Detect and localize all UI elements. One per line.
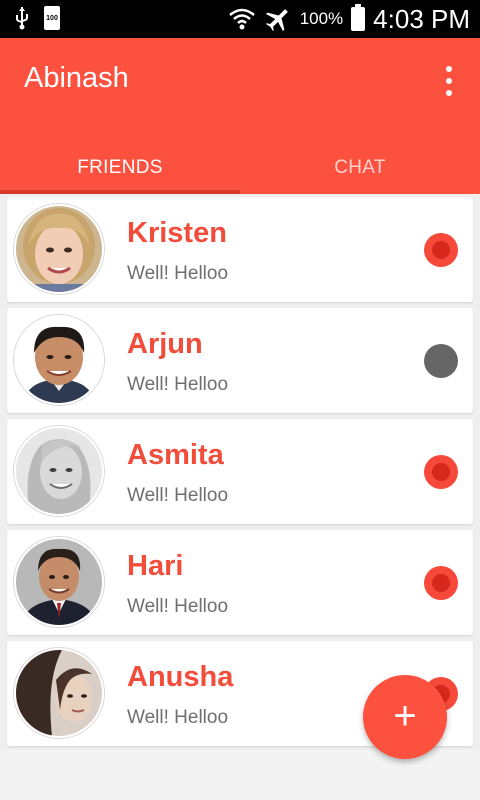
app-bar: Abinash FRIENDS CHAT	[0, 38, 480, 194]
avatar	[14, 648, 104, 738]
battery-icon	[351, 4, 366, 31]
avatar	[14, 426, 104, 516]
friend-name: Asmita	[127, 439, 224, 471]
friend-message: Well! Helloo	[127, 263, 229, 284]
battery-percent: 100%	[299, 9, 344, 28]
tab-chat[interactable]: CHAT	[240, 146, 480, 194]
friend-name: Anusha	[127, 661, 234, 693]
wifi-icon	[228, 8, 255, 30]
avatar	[14, 537, 104, 627]
friend-name: Arjun	[127, 328, 203, 360]
avatar	[14, 204, 104, 294]
online-status-icon	[424, 233, 458, 267]
friend-card-arjun[interactable]: Arjun Well! Helloo	[7, 308, 473, 413]
tab-bar: FRIENDS CHAT	[0, 146, 480, 194]
overflow-menu-icon[interactable]	[444, 66, 454, 96]
offline-status-icon	[424, 344, 458, 378]
friend-message: Well! Helloo	[127, 707, 229, 728]
tab-friends[interactable]: FRIENDS	[0, 146, 240, 194]
sim-box-icon: 100	[44, 6, 60, 30]
online-status-icon	[424, 566, 458, 600]
clock: 4:03 PM	[373, 3, 470, 34]
friend-card-asmita[interactable]: Asmita Well! Helloo	[7, 419, 473, 524]
add-friend-button[interactable]: +	[363, 675, 447, 759]
app-title: Abinash	[24, 62, 129, 94]
airplane-mode-icon	[265, 9, 288, 32]
friend-name: Hari	[127, 550, 184, 582]
friend-card-hari[interactable]: Hari Well! Helloo	[7, 530, 473, 635]
friend-message: Well! Helloo	[127, 374, 229, 395]
avatar	[14, 315, 104, 405]
friend-message: Well! Helloo	[127, 596, 229, 617]
friend-name: Kristen	[127, 217, 227, 249]
friend-card-kristen[interactable]: Kristen Well! Helloo	[7, 197, 473, 302]
online-status-icon	[424, 455, 458, 489]
friend-message: Well! Helloo	[127, 485, 229, 506]
usb-icon	[16, 7, 28, 30]
status-bar: 100 100% 4:03 PM	[0, 0, 480, 38]
friends-list[interactable]: Kristen Well! Helloo Arjun Well! Helloo	[0, 194, 480, 750]
